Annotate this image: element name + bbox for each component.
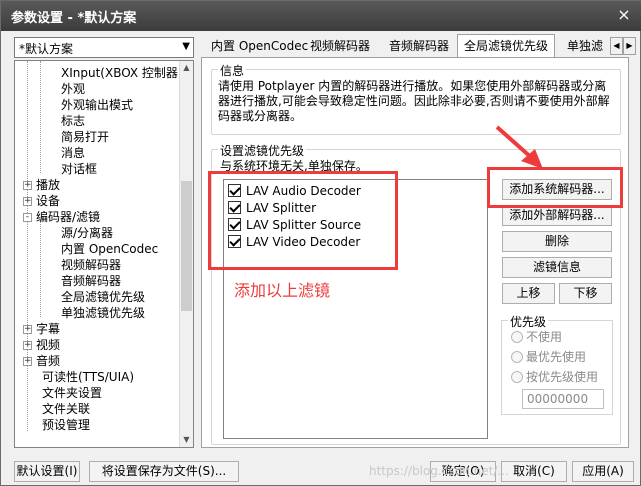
radio-label: 最优先使用 — [526, 350, 587, 364]
tree-item[interactable]: 音频解码器 — [61, 273, 121, 289]
tree-item-label: 播放 — [36, 178, 61, 192]
tree-guide-line — [27, 61, 28, 431]
tree-item[interactable]: 源/分离器 — [61, 225, 113, 241]
priority-options-group: 优先级 不使用 最优先使用 按优先级使用 00000000 — [501, 313, 613, 415]
radio-label: 按优先级使用 — [526, 370, 599, 384]
scroll-down-icon[interactable]: ▼ — [180, 433, 193, 447]
tree-item-subtitles[interactable]: + 字幕 — [23, 321, 60, 337]
expand-icon[interactable]: + — [23, 357, 32, 366]
annotation-arrow-icon — [495, 125, 543, 169]
expand-icon[interactable]: + — [23, 325, 32, 334]
tree-item[interactable]: 外观 — [61, 81, 85, 97]
radio-icon[interactable] — [511, 330, 523, 343]
settings-window: 参数设置 - *默认方案 × *默认方案 ▼ XInput(XBOX 控制器) … — [0, 0, 641, 486]
tree-guide-line — [40, 221, 41, 317]
info-text: 请使用 Potplayer 内置的解码器进行播放。如果您使用外部解码器或分离器进… — [218, 79, 610, 123]
scroll-up-icon[interactable]: ▲ — [180, 61, 193, 75]
tree-item-label: 视频 — [36, 338, 61, 352]
tree-guide-line — [40, 61, 41, 173]
add-external-decoder-button[interactable]: 添加外部解码器... — [502, 205, 612, 226]
apply-button[interactable]: 应用(A) — [572, 461, 634, 482]
tree-item-codec-filters[interactable]: - 编码器/滤镜 — [23, 209, 100, 225]
move-down-button[interactable]: 下移 — [559, 283, 612, 304]
radio-highest-priority[interactable]: 最优先使用 — [511, 349, 586, 365]
tree-item-audio[interactable]: + 音频 — [23, 353, 60, 369]
info-group-title: 信息 — [218, 62, 247, 79]
priority-options-title: 优先级 — [508, 313, 549, 330]
tree-item-label: 编码器/滤镜 — [36, 210, 101, 224]
tree-item-video[interactable]: + 视频 — [23, 337, 60, 353]
tree-item[interactable]: 文件关联 — [42, 401, 90, 417]
collapse-icon[interactable]: - — [23, 213, 32, 222]
tab-scroll-right-icon[interactable]: ▶ — [623, 37, 636, 55]
tree-item[interactable]: 单独滤镜优先级 — [61, 305, 145, 321]
tree-item[interactable]: 视频解码器 — [61, 257, 121, 273]
annotation-box-filters — [208, 171, 398, 270]
tree-item[interactable]: XInput(XBOX 控制器) — [61, 65, 183, 81]
chevron-down-icon: ▼ — [182, 41, 190, 52]
radio-icon[interactable] — [511, 370, 523, 383]
tree-item[interactable]: 文件夹设置 — [42, 385, 102, 401]
tab-audio-decoder[interactable]: 音频解码器 — [383, 36, 455, 58]
tree-item-device[interactable]: + 设备 — [23, 193, 60, 209]
title-bar[interactable]: 参数设置 - *默认方案 × — [1, 1, 641, 31]
tree-item-playback[interactable]: + 播放 — [23, 177, 60, 193]
filter-info-button[interactable]: 滤镜信息 — [502, 257, 612, 278]
radio-icon[interactable] — [511, 350, 523, 363]
tree-item[interactable]: 内置 OpenCodec — [61, 241, 158, 257]
window-title: 参数设置 - *默认方案 — [11, 11, 137, 26]
expand-icon[interactable]: + — [23, 341, 32, 350]
cancel-button[interactable]: 取消(C) — [501, 461, 567, 482]
tab-scroll-buttons: ◀ ▶ — [610, 37, 638, 55]
tab-individual-filter[interactable]: 单独滤 — [561, 36, 609, 58]
tab-opencodec[interactable]: 内置 OpenCodec — [205, 36, 314, 58]
tree-item-label: 设备 — [36, 194, 61, 208]
save-to-file-button[interactable]: 将设置保存为文件(S)... — [89, 461, 239, 482]
settings-tree[interactable]: XInput(XBOX 控制器) 外观 外观输出模式 标志 简易打开 消息 对话… — [14, 60, 194, 448]
tree-scrollbar[interactable]: ▲ ▼ — [179, 61, 193, 447]
tree-item[interactable]: 外观输出模式 — [61, 97, 133, 113]
expand-icon[interactable]: + — [23, 181, 32, 190]
tree-item[interactable]: 预设管理 — [42, 417, 90, 433]
preset-select[interactable]: *默认方案 ▼ — [14, 37, 194, 58]
tab-scroll-left-icon[interactable]: ◀ — [610, 37, 623, 55]
radio-by-priority[interactable]: 按优先级使用 — [511, 369, 598, 385]
priority-value-input[interactable]: 00000000 — [522, 389, 604, 409]
tree-item-label: 字幕 — [36, 322, 61, 336]
annotation-box-add-button — [487, 167, 623, 208]
move-up-button[interactable]: 上移 — [502, 283, 555, 304]
watermark: https://blog.csdn.net/... — [369, 464, 509, 478]
tree-item-global-filter-priority[interactable]: 全局滤镜优先级 — [61, 289, 145, 305]
close-icon[interactable]: × — [612, 4, 636, 26]
tab-global-filter-priority[interactable]: 全局滤镜优先级 — [457, 34, 556, 58]
delete-button[interactable]: 删除 — [502, 231, 612, 252]
radio-not-use[interactable]: 不使用 — [511, 329, 562, 345]
tree-item[interactable]: 标志 — [61, 113, 85, 129]
tree-item[interactable]: 可读性(TTS/UIA) — [42, 369, 134, 385]
preset-select-value: *默认方案 — [19, 42, 74, 56]
scroll-thumb[interactable] — [181, 181, 192, 311]
default-settings-button[interactable]: 默认设置(I) — [14, 461, 80, 482]
tree-item[interactable]: 消息 — [61, 145, 85, 161]
expand-icon[interactable]: + — [23, 197, 32, 206]
radio-label: 不使用 — [526, 330, 563, 344]
annotation-text: 添加以上滤镜 — [234, 281, 331, 300]
tab-strip: 内置 OpenCodec 视频解码器 音频解码器 全局滤镜优先级 单独滤 — [201, 34, 629, 58]
tree-item[interactable]: 简易打开 — [61, 129, 109, 145]
tab-video-decoder[interactable]: 视频解码器 — [304, 36, 376, 58]
tree-item[interactable]: 对话框 — [61, 161, 97, 177]
tree-item-label: 音频 — [36, 354, 61, 368]
